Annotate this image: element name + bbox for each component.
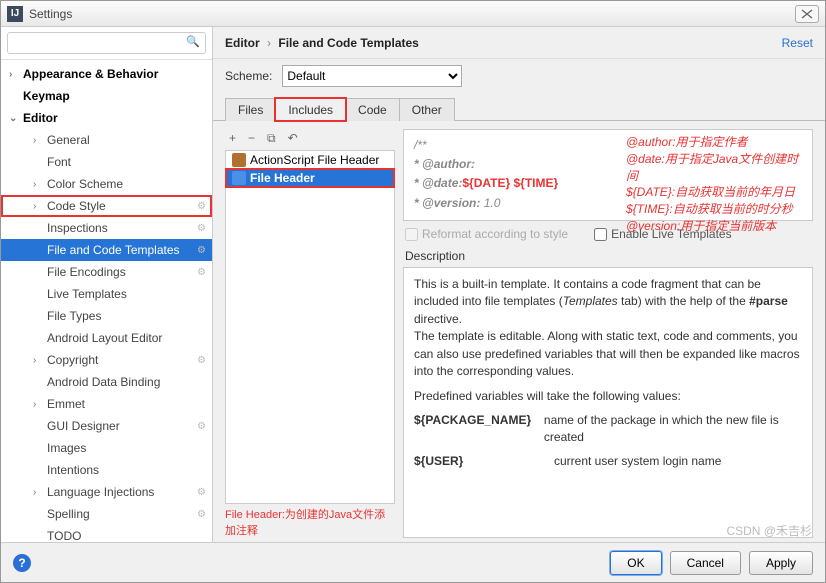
template-editor[interactable]: /** * @author: * @date:${DATE} ${TIME} *… [403, 129, 813, 221]
breadcrumb: Editor › File and Code Templates [225, 36, 419, 50]
sidebar-item-android-layout-editor[interactable]: Android Layout Editor [1, 327, 212, 349]
template-list[interactable]: ActionScript File HeaderFile Header [225, 150, 395, 504]
sidebar-item-spelling[interactable]: Spelling⚙ [1, 503, 212, 525]
remove-icon[interactable]: − [248, 131, 255, 146]
sidebar-item-images[interactable]: Images [1, 437, 212, 459]
window-close-button[interactable] [795, 5, 819, 23]
scheme-select[interactable]: Default [282, 65, 462, 87]
sidebar-item-android-data-binding[interactable]: Android Data Binding [1, 371, 212, 393]
template-item[interactable]: File Header [226, 169, 394, 187]
sidebar-item-editor[interactable]: ⌄Editor [1, 107, 212, 129]
window-title: Settings [29, 7, 72, 21]
apply-button[interactable]: Apply [749, 551, 813, 575]
editor-annotations: @author:用于指定作者@date:用于指定Java文件创建时间${DATE… [626, 134, 806, 235]
sidebar-item-color-scheme[interactable]: ›Color Scheme [1, 173, 212, 195]
tab-code[interactable]: Code [345, 98, 400, 121]
copy-icon[interactable]: ⧉ [267, 131, 276, 146]
sidebar-item-language-injections[interactable]: ›Language Injections⚙ [1, 481, 212, 503]
sidebar-item-file-and-code-templates[interactable]: File and Code Templates⚙ [1, 239, 212, 261]
sidebar-item-todo[interactable]: TODO [1, 525, 212, 542]
sidebar-item-inspections[interactable]: Inspections⚙ [1, 217, 212, 239]
annotation-text: File Header:为创建的Java文件添加注释 [225, 504, 395, 538]
tab-includes[interactable]: Includes [275, 98, 346, 121]
template-item[interactable]: ActionScript File Header [226, 151, 394, 169]
tab-other[interactable]: Other [399, 98, 455, 121]
sidebar-item-appearance-behavior[interactable]: ›Appearance & Behavior [1, 63, 212, 85]
add-icon[interactable]: + [229, 131, 236, 146]
reset-link[interactable]: Reset [782, 36, 813, 50]
search-input[interactable] [7, 32, 206, 54]
sidebar-item-intentions[interactable]: Intentions [1, 459, 212, 481]
description-label: Description [403, 249, 813, 263]
sidebar-item-font[interactable]: Font [1, 151, 212, 173]
settings-tree[interactable]: ›Appearance & BehaviorKeymap⌄Editor›Gene… [1, 60, 212, 542]
sidebar-item-code-style[interactable]: ›Code Style⚙ [1, 195, 212, 217]
undo-icon[interactable]: ↶ [288, 131, 298, 146]
tabs: FilesIncludesCodeOther [213, 97, 825, 121]
tab-files[interactable]: Files [225, 98, 276, 121]
sidebar-item-live-templates[interactable]: Live Templates [1, 283, 212, 305]
sidebar-item-file-encodings[interactable]: File Encodings⚙ [1, 261, 212, 283]
cancel-button[interactable]: Cancel [670, 551, 741, 575]
sidebar-item-gui-designer[interactable]: GUI Designer⚙ [1, 415, 212, 437]
sidebar-item-copyright[interactable]: ›Copyright⚙ [1, 349, 212, 371]
sidebar-item-general[interactable]: ›General [1, 129, 212, 151]
sidebar-item-keymap[interactable]: Keymap [1, 85, 212, 107]
ok-button[interactable]: OK [610, 551, 661, 575]
app-icon: IJ [7, 6, 23, 22]
help-button[interactable]: ? [13, 554, 31, 572]
sidebar-item-emmet[interactable]: ›Emmet [1, 393, 212, 415]
scheme-label: Scheme: [225, 69, 272, 83]
watermark: CSDN @禾吉杉 [726, 522, 812, 539]
description-box: This is a built-in template. It contains… [403, 267, 813, 538]
sidebar-item-file-types[interactable]: File Types [1, 305, 212, 327]
reformat-checkbox[interactable]: Reformat according to style [405, 227, 568, 241]
